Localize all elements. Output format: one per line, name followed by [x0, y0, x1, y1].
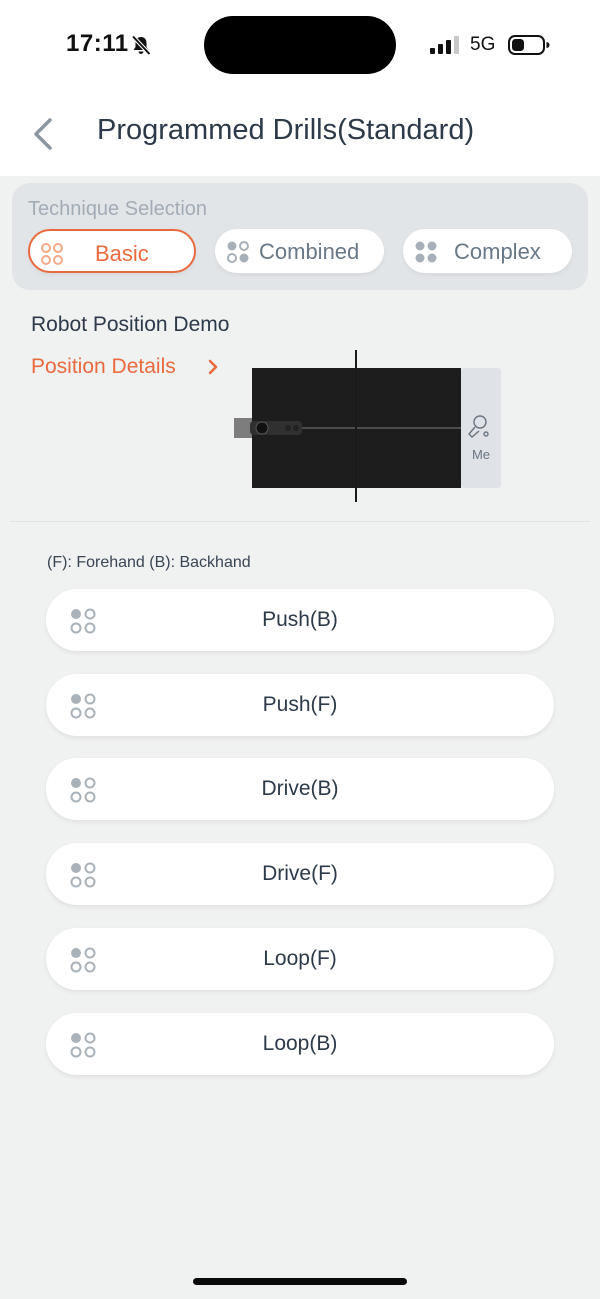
technique-selection-panel: Technique Selection Basic Combined Compl…: [12, 183, 588, 290]
technique-complex-label: Complex: [454, 239, 541, 264]
drill-item-loop-b[interactable]: Loop(B): [46, 1013, 554, 1075]
status-time: 17:11: [66, 30, 129, 57]
chevron-right-icon[interactable]: [207, 357, 219, 377]
bell-muted-icon: [131, 35, 151, 56]
home-indicator: [193, 1278, 407, 1285]
drill-label: Drive(B): [261, 777, 339, 800]
drill-label: Push(B): [262, 608, 338, 631]
technique-basic-label: Basic: [95, 241, 149, 266]
network-type: 5G: [470, 34, 496, 55]
battery-icon: [508, 35, 550, 55]
position-details-link[interactable]: Position Details: [31, 355, 176, 379]
nav-bar: Programmed Drills(Standard): [0, 90, 600, 176]
drill-item-push-b[interactable]: Push(B): [46, 589, 554, 651]
drill-label: Drive(F): [262, 862, 338, 885]
signal-icon: [430, 36, 459, 54]
back-chevron-icon[interactable]: [28, 116, 60, 152]
technique-combined-button[interactable]: Combined: [215, 229, 384, 273]
robot-position-demo-title: Robot Position Demo: [31, 313, 230, 336]
dots-grid-icon: [227, 241, 249, 263]
hand-legend: (F): Forehand (B): Backhand: [47, 554, 251, 571]
dynamic-island: [204, 16, 396, 74]
drill-item-push-f[interactable]: Push(F): [46, 674, 554, 736]
robot-base: [234, 418, 252, 438]
drill-label: Push(F): [262, 693, 338, 716]
drill-item-drive-f[interactable]: Drive(F): [46, 843, 554, 905]
technique-complex-button[interactable]: Complex: [403, 229, 572, 273]
technique-selection-label: Technique Selection: [28, 198, 208, 220]
dots-grid-icon: [415, 241, 437, 263]
divider: [10, 521, 590, 522]
page-title: Programmed Drills(Standard): [97, 114, 475, 146]
dots-grid-icon: [41, 243, 63, 265]
drill-label: Loop(F): [263, 947, 337, 970]
drill-item-loop-f[interactable]: Loop(F): [46, 928, 554, 990]
drill-item-drive-b[interactable]: Drive(B): [46, 758, 554, 820]
status-bar: 17:11 5G: [0, 0, 600, 90]
table-position-diagram: Me: [234, 350, 501, 502]
technique-combined-label: Combined: [259, 239, 360, 264]
drill-label: Loop(B): [262, 1032, 338, 1055]
technique-basic-button[interactable]: Basic: [28, 229, 196, 273]
player-label: Me: [472, 447, 490, 462]
